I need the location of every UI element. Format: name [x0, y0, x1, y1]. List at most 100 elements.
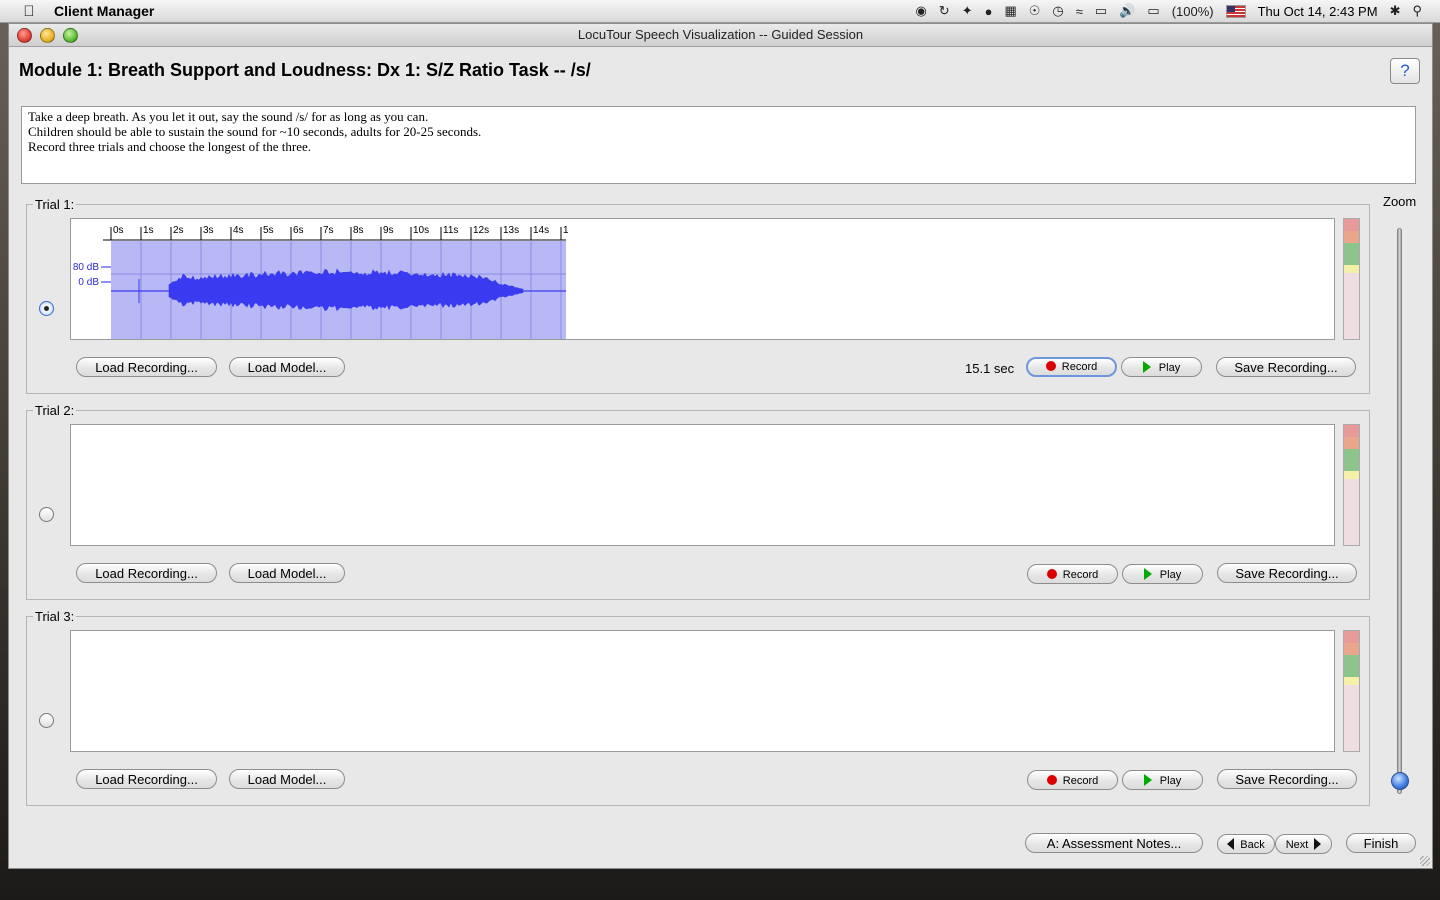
load-model-button[interactable]: Load Model...	[229, 563, 345, 583]
play-icon	[1142, 361, 1151, 373]
save-recording-button[interactable]: Save Recording...	[1217, 769, 1357, 789]
trial-select-radio-1[interactable]	[39, 301, 54, 316]
minimize-window-button[interactable]	[40, 28, 55, 43]
zoom-window-button[interactable]	[63, 28, 78, 43]
meter-segment	[1344, 655, 1359, 677]
time-tick-label: 2s	[173, 225, 184, 236]
time-tick-label: 12s	[473, 225, 489, 236]
play-button[interactable]: Play	[1122, 770, 1203, 790]
load-recording-button[interactable]: Load Recording...	[76, 563, 217, 583]
time-tick-label: 13s	[503, 225, 519, 236]
waveform-graph: 0s 1s 2s 3s 4s 5s 6s 7s 8s 9s 10s 11s 12s 13s 14s 1 80 d…	[73, 225, 569, 339]
meter-segment	[1344, 685, 1359, 751]
time-machine-icon[interactable]: ◷	[1052, 3, 1063, 19]
battery-icon[interactable]: ▭	[1147, 3, 1159, 19]
meter-segment	[1344, 425, 1359, 437]
next-label: Next	[1285, 839, 1309, 851]
play-button[interactable]: Play	[1121, 357, 1202, 377]
accessibility-icon[interactable]: ☉	[1029, 3, 1041, 19]
main-window: LocuTour Speech Visualization -- Guided …	[8, 23, 1433, 869]
meter-segment	[1344, 219, 1359, 231]
record-label: Record	[1062, 569, 1099, 581]
trial-panel-2: Trial 2: Load Recording... Load Model...…	[26, 403, 1370, 600]
time-tick-label: 1	[563, 225, 569, 236]
play-label: Play	[1159, 775, 1182, 787]
meter-segment	[1344, 471, 1359, 479]
play-label: Play	[1159, 569, 1182, 581]
instructions-text-area[interactable]: Take a deep breath. As you let it out, s…	[21, 106, 1416, 184]
time-tick-label: 5s	[263, 225, 274, 236]
zoom-label: Zoom	[1383, 194, 1417, 209]
trial-select-radio-2[interactable]	[39, 507, 54, 522]
trial-title: Trial 3:	[33, 609, 77, 624]
stoplight-icon[interactable]: ●	[985, 4, 993, 19]
display-icon[interactable]: ▭	[1095, 3, 1107, 19]
play-icon	[1143, 774, 1152, 786]
record-button[interactable]: Record	[1027, 564, 1118, 584]
record-label: Record	[1062, 775, 1099, 787]
zoom-slider-knob[interactable]	[1391, 772, 1409, 790]
meter-segment	[1344, 677, 1359, 685]
bluetooth-icon[interactable]: ✱	[1390, 3, 1401, 19]
evernote-icon[interactable]: ◉	[915, 3, 926, 19]
finish-button[interactable]: Finish	[1346, 833, 1416, 853]
apple-icon[interactable]: 	[20, 3, 38, 20]
record-button[interactable]: Record	[1027, 770, 1118, 790]
next-button[interactable]: Next	[1275, 834, 1332, 854]
record-icon	[1046, 775, 1057, 785]
time-tick-label: 8s	[353, 225, 364, 236]
waveform-display-1[interactable]: 0s 1s 2s 3s 4s 5s 6s 7s 8s 9s 10s 11s 12s 13s 14s 1 80 d…	[70, 218, 1335, 340]
time-tick-label: 7s	[323, 225, 334, 236]
dashboard-icon[interactable]: ▦	[1004, 3, 1016, 19]
load-model-button[interactable]: Load Model...	[229, 769, 345, 789]
wrench-icon[interactable]: ✦	[962, 3, 973, 19]
time-tick-label: 10s	[413, 225, 429, 236]
trial-select-radio-3[interactable]	[39, 713, 54, 728]
level-meter-2	[1343, 424, 1360, 546]
close-window-button[interactable]	[17, 28, 32, 43]
zoom-slider-track[interactable]	[1397, 228, 1402, 794]
time-tick-label: 9s	[383, 225, 394, 236]
instruction-line: Children should be able to sustain the s…	[28, 124, 482, 139]
flag-icon[interactable]	[1225, 4, 1246, 18]
resize-grip-icon[interactable]	[1420, 856, 1430, 866]
db-label: 80 dB	[73, 262, 99, 273]
app-menu-name[interactable]: Client Manager	[54, 3, 154, 19]
record-icon	[1046, 569, 1057, 579]
load-recording-button[interactable]: Load Recording...	[76, 357, 217, 377]
assessment-notes-button[interactable]: A: Assessment Notes...	[1025, 833, 1203, 853]
next-arrow-icon	[1314, 838, 1322, 850]
level-meter-1	[1343, 218, 1360, 340]
page-title: Module 1: Breath Support and Loudness: D…	[19, 60, 591, 80]
window-controls	[17, 28, 78, 43]
back-button[interactable]: Back	[1217, 834, 1275, 854]
load-recording-button[interactable]: Load Recording...	[76, 769, 217, 789]
record-icon	[1045, 361, 1056, 371]
trial-title: Trial 1:	[33, 197, 77, 212]
meter-segment	[1344, 631, 1359, 643]
status-area: ◉ ↻ ✦ ● ▦ ☉ ◷ ≈ ▭ 🔊 ▭ (100%) Thu Oct 14,…	[915, 3, 1440, 19]
volume-icon[interactable]: 🔊	[1119, 3, 1135, 19]
time-tick-label: 4s	[233, 225, 244, 236]
window-title: LocuTour Speech Visualization -- Guided …	[577, 27, 864, 42]
time-tick-label: 11s	[443, 225, 458, 236]
wifi-icon[interactable]: ≈	[1076, 4, 1083, 19]
waveform-display-3[interactable]	[70, 630, 1335, 752]
help-button[interactable]: ?	[1390, 58, 1420, 84]
menubar:  Client Manager ◉ ↻ ✦ ● ▦ ☉ ◷ ≈ ▭ 🔊 ▭ (…	[0, 0, 1440, 23]
save-recording-button[interactable]: Save Recording...	[1217, 563, 1357, 583]
back-label: Back	[1240, 839, 1265, 851]
record-label: Record	[1061, 361, 1098, 373]
play-button[interactable]: Play	[1122, 564, 1203, 584]
record-button[interactable]: Record	[1026, 357, 1117, 377]
play-label: Play	[1158, 362, 1181, 374]
sync-icon[interactable]: ↻	[939, 3, 950, 19]
meter-segment	[1344, 437, 1359, 449]
load-model-button[interactable]: Load Model...	[229, 357, 345, 377]
window-titlebar[interactable]: LocuTour Speech Visualization -- Guided …	[9, 24, 1432, 47]
save-recording-button[interactable]: Save Recording...	[1216, 357, 1356, 377]
meter-segment	[1344, 243, 1359, 265]
waveform-display-2[interactable]	[70, 424, 1335, 546]
spotlight-icon[interactable]: ⚲	[1412, 3, 1422, 19]
clock[interactable]: Thu Oct 14, 2:43 PM	[1258, 4, 1378, 19]
